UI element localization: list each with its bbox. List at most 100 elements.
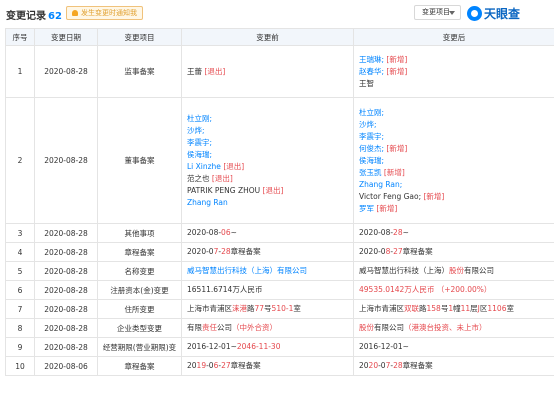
change-date: 2020-08-28 [34, 280, 98, 300]
value-text: 章程备案 [230, 361, 261, 370]
notify-button[interactable]: 发生变更时通知我 [66, 6, 143, 20]
change-item: 监事备案 [97, 45, 182, 98]
person-link[interactable]: Zhang Ran; [359, 180, 402, 189]
after-line: 2016-12-01~ [359, 341, 554, 353]
logo-text: 天眼查 [484, 6, 521, 21]
row-number: 7 [5, 299, 35, 319]
person-link[interactable]: 沙烨; [187, 126, 205, 135]
person-link[interactable]: 威马智慧出行科技（上海）有限公司 [187, 266, 307, 275]
person-link[interactable]: 杜立刚; [359, 108, 384, 117]
before-line: 2020-08-06~ [187, 227, 353, 239]
before-line: 16511.6714万人民币 [187, 284, 353, 296]
value-text: -0 [206, 361, 214, 370]
change-highlight: 49535.0142万人民币 （+200.00%） [359, 285, 492, 294]
value-after: 王瑞琳; [新增] 赵春华; [新增] 王智 [353, 45, 554, 98]
person-link[interactable]: 侯海瑞; [187, 150, 212, 159]
person-link[interactable]: 罗军 [359, 204, 376, 213]
table-row: 3 2020-08-28 其他事项 2020-08-06~ 2020-08-28~ [5, 223, 554, 243]
person-link[interactable]: 李震宇; [187, 138, 212, 147]
value-text: PATRIK PENG ZHOU [187, 185, 263, 195]
row-number: 8 [5, 318, 35, 338]
person-link[interactable]: 张玉凯 [359, 168, 384, 177]
value-after: 威马智慧出行科技（上海）股份有限公司 [353, 261, 554, 281]
change-item: 住所变更 [97, 299, 182, 319]
change-highlight: 28 [393, 228, 403, 237]
table-row: 10 2020-08-06 章程备案 2019-06-27章程备案 2020-07-28… [5, 356, 554, 376]
person-link[interactable]: 王瑞琳; [359, 55, 386, 64]
value-text: 章程备案 [230, 247, 261, 256]
change-date: 2020-08-28 [34, 223, 98, 243]
value-after: 2020-08-27章程备案 [353, 242, 554, 262]
column-header-item: 变更项目 [97, 28, 182, 46]
change-date: 2020-08-28 [34, 97, 98, 224]
table-row: 1 2020-08-28 监事备案 王蕾 [退出] 王瑞琳; [新增] 赵春华; [新增]… [5, 45, 554, 98]
change-date: 2020-08-28 [34, 318, 98, 338]
after-line: 赵春华; [新增] [359, 66, 554, 78]
table-row: 6 2020-08-28 注册资本(金)变更 16511.6714万人民币 49535.… [5, 280, 554, 300]
after-line: 威马智慧出行科技（上海）股份有限公司 [359, 265, 554, 277]
value-after: 杜立刚; 沙烨; 李震宇; 何俊杰; [新增] 侯海瑞; 张玉凯 [新增] Zhang Ra… [353, 97, 554, 224]
change-highlight: 1106 [487, 304, 507, 313]
table-row: 9 2020-08-28 经营期限(营业期限)变 2016-12-01~2046-11… [5, 337, 554, 357]
before-line: PATRIK PENG ZHOU [退出] [187, 185, 353, 197]
change-highlight: 20 [368, 361, 379, 370]
after-line: 49535.0142万人民币 （+200.00%） [359, 284, 554, 296]
row-number: 3 [5, 223, 35, 243]
table-row: 2 2020-08-28 董事备案 杜立刚; 沙烨; 李震宇; 侯海瑞; Li Xinzhe … [5, 97, 554, 224]
value-before: 杜立刚; 沙烨; 李震宇; 侯海瑞; Li Xinzhe [退出] 范之也 [退出] PAT… [181, 97, 354, 224]
after-line: 2020-07-28章程备案 [359, 360, 554, 372]
person-link[interactable]: Li Xinzhe [187, 162, 223, 171]
logo-mark-icon [467, 5, 482, 21]
person-link[interactable]: 何俊杰; [359, 144, 386, 153]
change-date: 2020-08-06 [34, 356, 98, 376]
row-number: 5 [5, 261, 35, 281]
column-header-after: 变更后 [353, 28, 554, 46]
table-header-row: 序号 变更日期 变更项目 变更前 变更后 [5, 28, 554, 46]
change-item-filter-select[interactable]: 变更项目 [414, 5, 461, 20]
change-highlight: 06 [221, 228, 231, 237]
value-before: 2020-08-06~ [181, 223, 354, 243]
table-row: 7 2020-08-28 住所变更 上海市青浦区涞港路77号510-1室 上海市青浦区双… [5, 299, 554, 319]
chevron-down-icon [449, 11, 455, 15]
before-line: 杜立刚; [187, 113, 353, 125]
value-before: 2019-06-27章程备案 [181, 356, 354, 376]
change-item: 其他事项 [97, 223, 182, 243]
before-line: 王蕾 [退出] [187, 66, 353, 78]
change-highlight: 责任 [202, 323, 217, 332]
change-date: 2020-08-28 [34, 242, 98, 262]
section-header: 变更记录 62 发生变更时通知我 变更项目 天眼查 [0, 0, 554, 28]
value-text: 有限公司 [464, 266, 494, 275]
before-line: 2016-12-01~2046-11-30 [187, 341, 353, 353]
value-text: 层 [470, 304, 478, 313]
value-text: 范之也 [187, 173, 212, 183]
value-text: -0 [378, 361, 386, 370]
change-item: 章程备案 [97, 356, 182, 376]
before-line: 威马智慧出行科技（上海）有限公司 [187, 265, 353, 277]
value-text: 号 [264, 304, 272, 313]
change-highlight: 27 [393, 247, 403, 256]
person-link[interactable]: 李震宇; [359, 132, 384, 141]
person-link[interactable]: Zhang Ran [187, 198, 228, 207]
before-line: 2020-07-28章程备案 [187, 246, 353, 258]
change-highlight: [新增] [386, 143, 408, 153]
change-highlight: 涞港 [232, 304, 247, 313]
change-highlight: 27 [221, 361, 231, 370]
value-text: 公司 [217, 323, 232, 332]
bell-icon [72, 10, 78, 16]
change-highlight: [新增] [386, 66, 408, 76]
person-link[interactable]: 侯海瑞; [359, 156, 384, 165]
filter-select-value: 变更项目 [422, 8, 450, 16]
change-highlight: [新增] [383, 167, 405, 177]
value-text: 16511.6714万人民币 [187, 285, 263, 294]
row-number: 9 [5, 337, 35, 357]
value-text: 章程备案 [402, 247, 433, 256]
table-row: 4 2020-08-28 章程备案 2020-07-28章程备案 2020-08-27章… [5, 242, 554, 262]
change-highlight: （港澳台投资、未上市） [404, 323, 487, 332]
change-highlight: 19 [196, 361, 207, 370]
column-header-before: 变更前 [181, 28, 354, 46]
person-link[interactable]: 赵春华; [359, 67, 386, 76]
person-link[interactable]: 杜立刚; [187, 114, 212, 123]
change-highlight: [新增] [386, 54, 408, 64]
person-link[interactable]: 沙烨; [359, 120, 377, 129]
after-line: 张玉凯 [新增] [359, 167, 554, 179]
